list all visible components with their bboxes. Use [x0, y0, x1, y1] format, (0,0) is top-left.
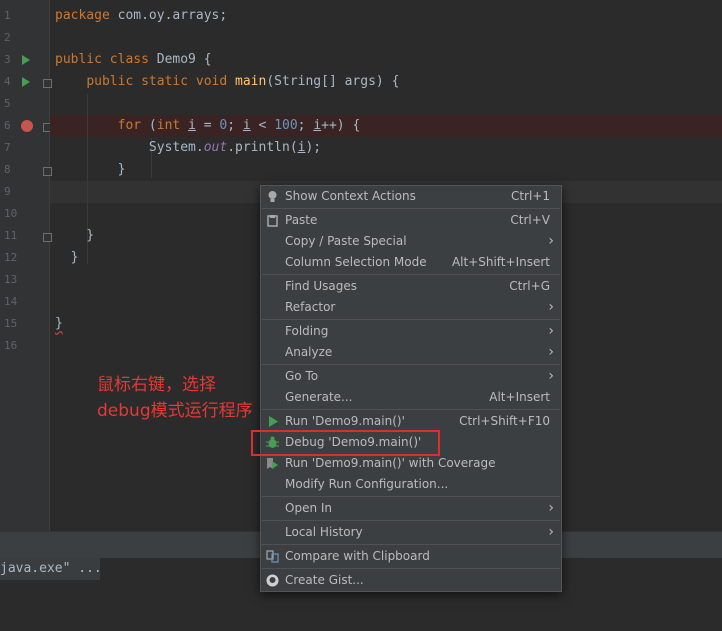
github-icon — [266, 574, 279, 587]
menu-item-open-in[interactable]: Open In › — [261, 498, 561, 519]
run-main-icon[interactable] — [22, 77, 30, 87]
line-number: 7 — [4, 141, 11, 154]
line-number: 15 — [4, 317, 18, 330]
code-line-15: } — [55, 316, 63, 331]
menu-item-create-gist[interactable]: Create Gist... — [261, 570, 561, 591]
debug-highlight-box — [251, 430, 440, 456]
editor-context-menu: Show Context Actions Ctrl+1 Paste Ctrl+V… — [260, 185, 562, 592]
menu-separator — [262, 208, 560, 209]
menu-item-generate[interactable]: Generate... Alt+Insert — [261, 387, 561, 408]
menu-item-show-context-actions[interactable]: Show Context Actions Ctrl+1 — [261, 186, 561, 207]
coverage-icon — [267, 458, 278, 469]
menu-separator — [262, 319, 560, 320]
chevron-right-icon: › — [548, 299, 554, 315]
line-number: 12 — [4, 251, 18, 264]
menu-separator — [262, 409, 560, 410]
menu-separator — [262, 520, 560, 521]
menu-item-find-usages[interactable]: Find Usages Ctrl+G — [261, 276, 561, 297]
menu-separator — [262, 544, 560, 545]
code-line-12: } — [55, 250, 79, 265]
chevron-right-icon: › — [548, 524, 554, 540]
line-number: 5 — [4, 97, 11, 110]
run-class-icon[interactable] — [22, 55, 30, 65]
code-line-1: package com.oy.arrays; — [55, 8, 228, 23]
chevron-right-icon: › — [548, 368, 554, 384]
menu-item-folding[interactable]: Folding › — [261, 321, 561, 342]
line-number: 4 — [4, 75, 11, 88]
line-number: 9 — [4, 185, 11, 198]
menu-item-go-to[interactable]: Go To › — [261, 366, 561, 387]
console-output-line: java.exe" ... — [0, 558, 100, 580]
menu-separator — [262, 364, 560, 365]
line-number: 1 — [4, 9, 11, 22]
menu-item-paste[interactable]: Paste Ctrl+V — [261, 210, 561, 231]
menu-item-local-history[interactable]: Local History › — [261, 522, 561, 543]
menu-separator — [262, 568, 560, 569]
line-number: 2 — [4, 31, 11, 44]
code-line-6: for (int i = 0; i < 100; i++) { — [117, 118, 361, 133]
line-number: 14 — [4, 295, 18, 308]
menu-item-compare-with-clipboard[interactable]: Compare with Clipboard — [261, 546, 561, 567]
menu-item-run[interactable]: Run 'Demo9.main()' Ctrl+Shift+F10 — [261, 411, 561, 432]
chevron-right-icon: › — [548, 323, 554, 339]
code-line-11: } — [55, 228, 95, 243]
menu-item-refactor[interactable]: Refactor › — [261, 297, 561, 318]
menu-item-run-with-coverage[interactable]: Run 'Demo9.main()' with Coverage — [261, 453, 561, 474]
line-number: 16 — [4, 339, 18, 352]
code-line-4: public static void main(String[] args) { — [86, 74, 400, 89]
menu-separator — [262, 496, 560, 497]
code-line-3: public class Demo9 { — [55, 52, 212, 67]
line-number: 13 — [4, 273, 18, 286]
line-number: 11 — [4, 229, 18, 242]
lightbulb-icon — [268, 191, 277, 202]
editor-gutter: 1 2 3 4 5 6 7 8 9 10 11 12 13 14 15 16 — [0, 0, 52, 531]
line-number: 3 — [4, 53, 11, 66]
menu-item-modify-run-configuration[interactable]: Modify Run Configuration... — [261, 474, 561, 495]
chevron-right-icon: › — [548, 500, 554, 516]
breakpoint-icon[interactable] — [21, 120, 33, 132]
menu-item-analyze[interactable]: Analyze › — [261, 342, 561, 363]
chevron-right-icon: › — [548, 233, 554, 249]
chevron-right-icon: › — [548, 344, 554, 360]
compare-icon — [266, 550, 279, 563]
clipboard-icon — [267, 215, 278, 227]
menu-item-column-selection-mode[interactable]: Column Selection Mode Alt+Shift+Insert — [261, 252, 561, 273]
line-number: 8 — [4, 163, 11, 176]
code-line-8: } — [55, 162, 126, 177]
line-number: 10 — [4, 207, 18, 220]
code-line-7: System.out.println(i); — [55, 140, 322, 155]
menu-item-copy-paste-special[interactable]: Copy / Paste Special › — [261, 231, 561, 252]
run-icon — [269, 416, 278, 427]
menu-separator — [262, 274, 560, 275]
